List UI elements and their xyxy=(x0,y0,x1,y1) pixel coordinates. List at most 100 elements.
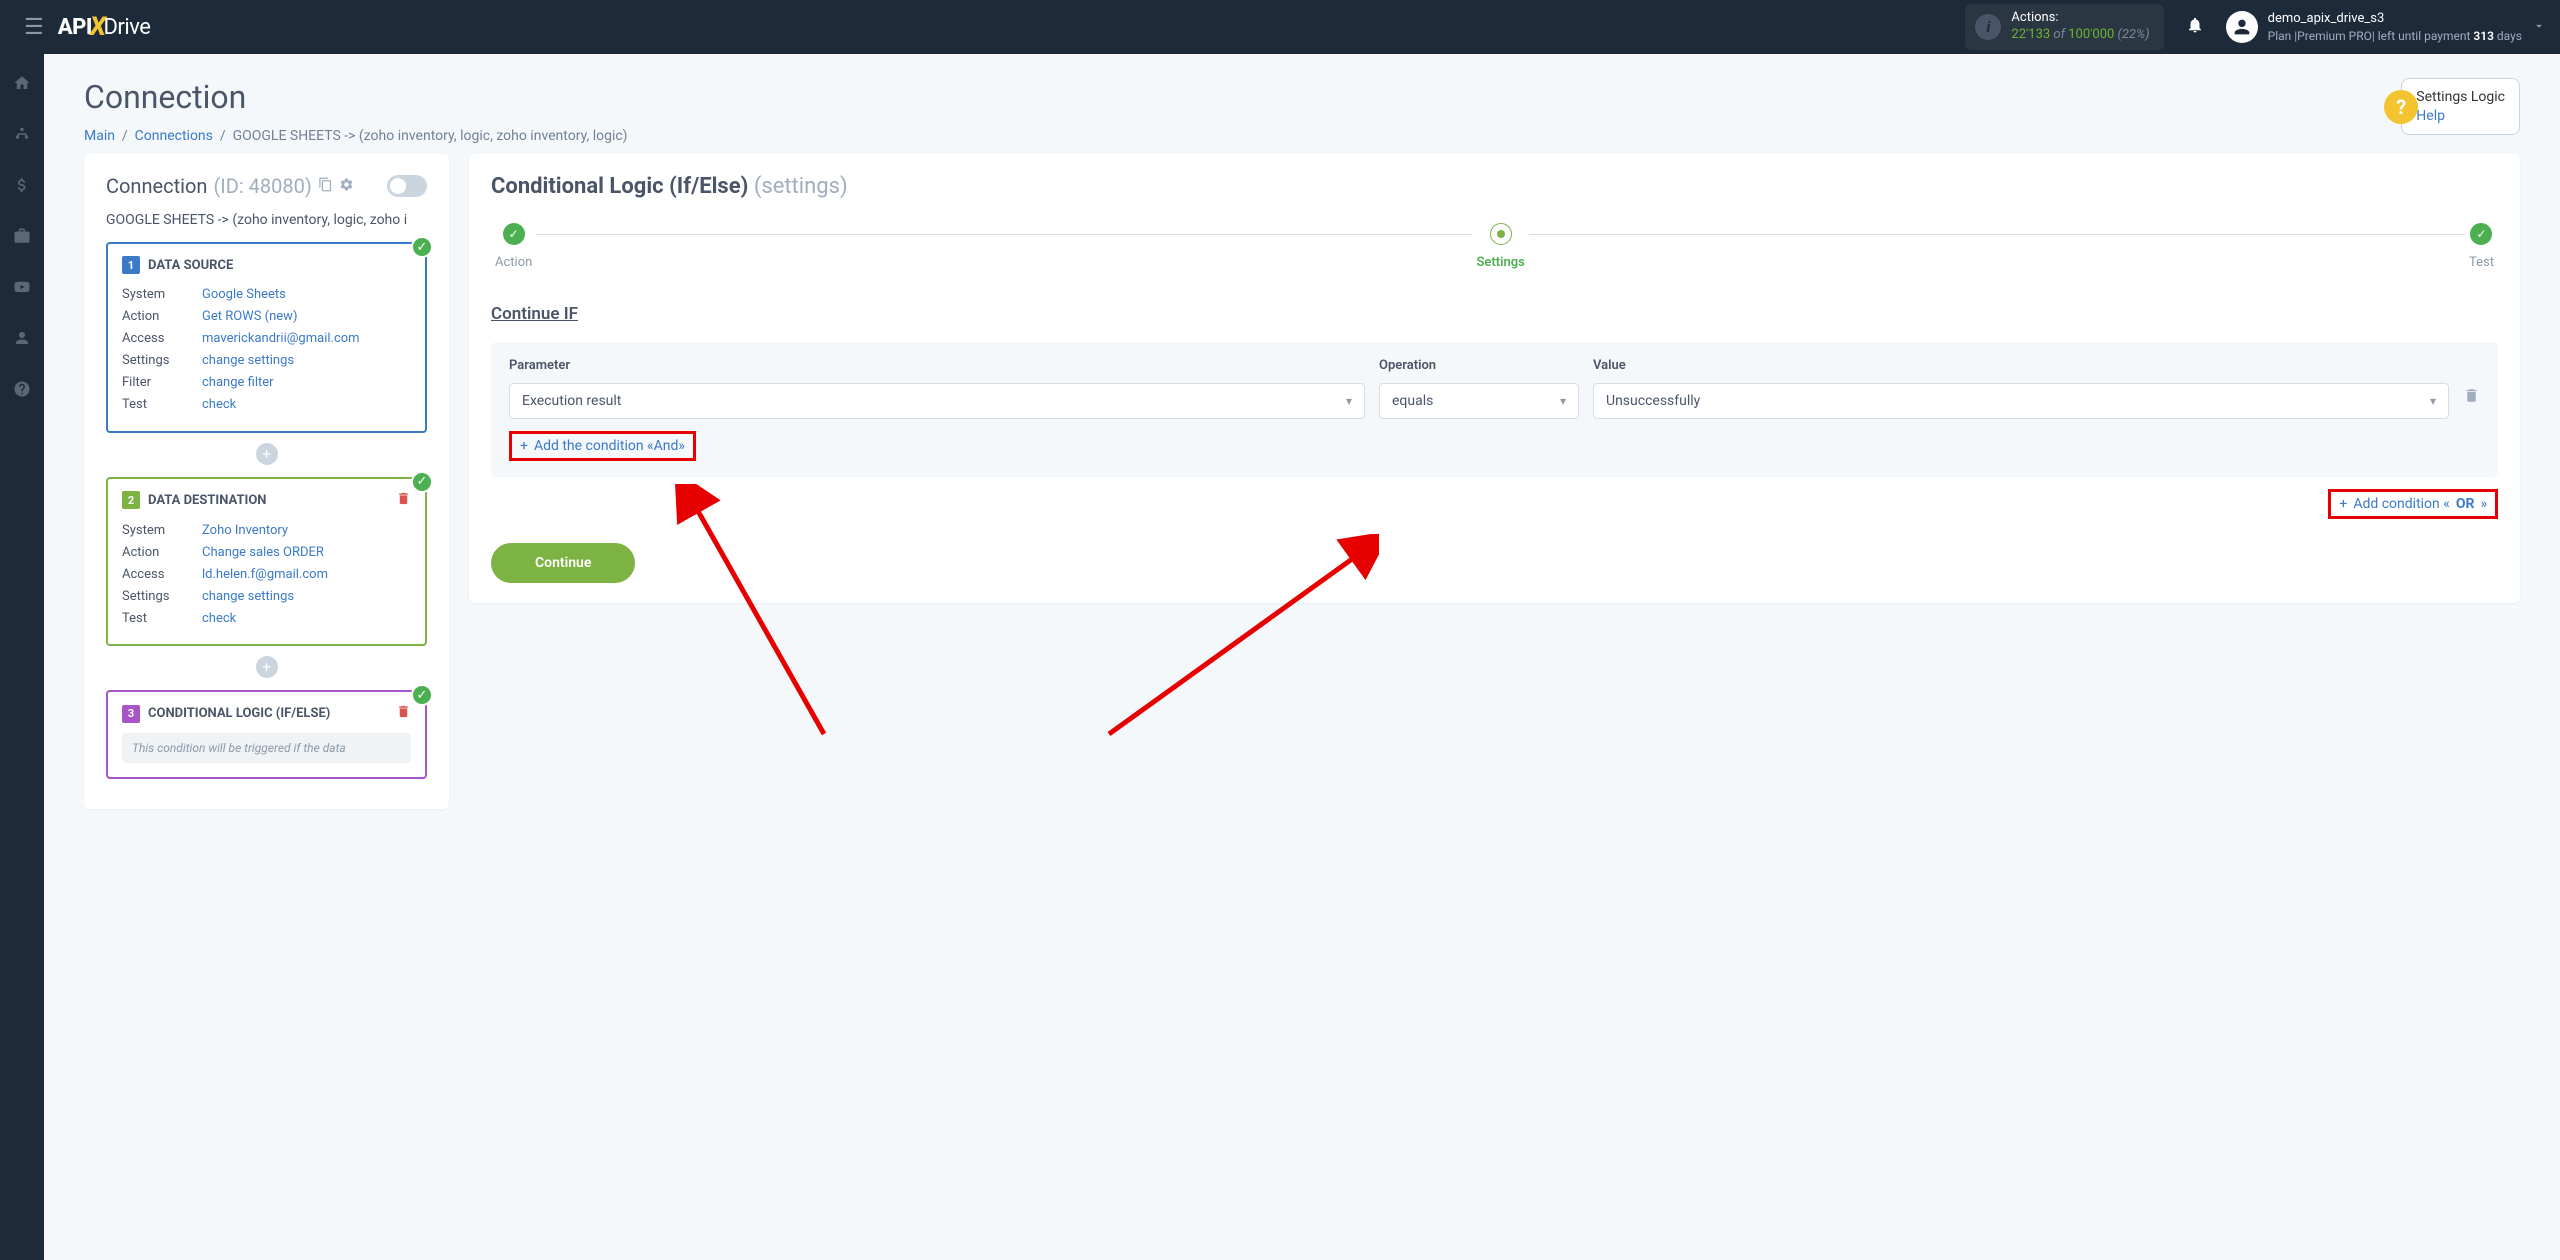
add-or-condition-button[interactable]: + Add condition «OR» xyxy=(2328,489,2498,519)
logo-drive: Drive xyxy=(103,15,150,40)
annotation-arrow-right xyxy=(1099,534,1379,744)
right-title: Conditional Logic (If/Else) (settings) xyxy=(491,174,2498,199)
trash-icon[interactable] xyxy=(396,704,411,723)
bell-icon[interactable] xyxy=(2186,16,2204,39)
step-num-3: 3 xyxy=(122,705,140,723)
step-value-link[interactable]: Zoho Inventory xyxy=(202,520,288,542)
trash-icon[interactable] xyxy=(396,491,411,510)
operation-select[interactable]: equals ▾ xyxy=(1379,383,1579,419)
step-action[interactable]: ✓ Action xyxy=(491,223,536,270)
user-info: demo_apix_drive_s3 Plan |Premium PRO| le… xyxy=(2268,10,2522,45)
step-label: Action xyxy=(122,306,202,328)
step-row: SystemGoogle Sheets xyxy=(122,284,411,306)
condition-box: Parameter Execution result ▾ Operation e… xyxy=(491,342,2498,477)
step-test[interactable]: ✓ Test xyxy=(2465,223,2498,270)
step-row: Settingschange settings xyxy=(122,586,411,608)
value-label: Value xyxy=(1593,358,2449,373)
main: Connection Main / Connections / GOOGLE S… xyxy=(44,54,2560,833)
step-num-1: 1 xyxy=(122,256,140,274)
step-label: Access xyxy=(122,564,202,586)
step-row: Filterchange filter xyxy=(122,372,411,394)
youtube-icon[interactable] xyxy=(13,278,31,301)
help-link[interactable]: Help xyxy=(2416,108,2445,124)
step-settings[interactable]: Settings xyxy=(1472,223,1528,270)
page-title: Connection xyxy=(84,78,628,116)
step-label: Settings xyxy=(122,350,202,372)
step-row: SystemZoho Inventory xyxy=(122,520,411,542)
data-destination-header: 2 DATA DESTINATION xyxy=(122,491,411,510)
continue-if-title: Continue IF xyxy=(491,304,2498,324)
sitemap-icon[interactable] xyxy=(13,125,31,148)
step-value-link[interactable]: Google Sheets xyxy=(202,284,286,306)
left-panel: Connection (ID: 48080) GOOGLE SHEETS -> … xyxy=(84,154,449,809)
briefcase-icon[interactable] xyxy=(13,227,31,250)
step-label: Action xyxy=(122,542,202,564)
add-and-condition-button[interactable]: + Add the condition «And» xyxy=(509,431,696,461)
data-source-header: 1 DATA SOURCE xyxy=(122,256,411,274)
conditional-logic-box[interactable]: ✓ 3 CONDITIONAL LOGIC (IF/ELSE) This con… xyxy=(106,690,427,779)
chevron-down-icon: ▾ xyxy=(2430,394,2436,408)
breadcrumb-main[interactable]: Main xyxy=(84,128,115,144)
step-row: Settingschange settings xyxy=(122,350,411,372)
question-icon[interactable] xyxy=(13,380,31,403)
actions-used: 22'133 xyxy=(2011,27,2050,42)
actions-box[interactable]: i Actions: 22'133 of 100'000 (22%) xyxy=(1965,4,2163,50)
step-num-2: 2 xyxy=(122,491,140,509)
logo-api: API xyxy=(58,15,92,40)
parameter-select[interactable]: Execution result ▾ xyxy=(509,383,1365,419)
step-value-link[interactable]: change settings xyxy=(202,350,294,372)
data-destination-box[interactable]: ✓ 2 DATA DESTINATION SystemZoho Inventor… xyxy=(106,477,427,646)
breadcrumb-connections[interactable]: Connections xyxy=(135,128,213,144)
continue-button[interactable]: Continue xyxy=(491,543,635,583)
connection-path: GOOGLE SHEETS -> (zoho inventory, logic,… xyxy=(106,212,427,228)
step-row: ActionChange sales ORDER xyxy=(122,542,411,564)
home-icon[interactable] xyxy=(13,74,31,97)
delete-condition-icon[interactable] xyxy=(2463,387,2480,419)
right-panel: Conditional Logic (If/Else) (settings) ✓… xyxy=(469,154,2520,603)
chevron-down-icon: ▾ xyxy=(1560,394,1566,408)
check-icon: ✓ xyxy=(503,223,525,245)
step-label: System xyxy=(122,284,202,306)
steps-bar: ✓ Action Settings ✓ Test xyxy=(491,223,2498,270)
data-source-box[interactable]: ✓ 1 DATA SOURCE SystemGoogle SheetsActio… xyxy=(106,242,427,433)
value-select[interactable]: Unsuccessfully ▾ xyxy=(1593,383,2449,419)
parameter-label: Parameter xyxy=(509,358,1365,373)
info-icon: i xyxy=(1975,14,2001,40)
add-step-button[interactable]: + xyxy=(256,443,278,465)
header: ☰ API X Drive i Actions: 22'133 of 100'0… xyxy=(0,0,2560,54)
actions-of: of xyxy=(2050,27,2068,42)
step-value-link[interactable]: change settings xyxy=(202,586,294,608)
step-value-link[interactable]: Get ROWS (new) xyxy=(202,306,297,328)
gear-icon[interactable] xyxy=(339,177,354,196)
step-value-link[interactable]: Change sales ORDER xyxy=(202,542,324,564)
check-icon: ✓ xyxy=(2470,223,2492,245)
step-row: Testcheck xyxy=(122,394,411,416)
actions-label: Actions: xyxy=(2011,10,2149,27)
step-value-link[interactable]: check xyxy=(202,394,236,416)
step-value-link[interactable]: change filter xyxy=(202,372,274,394)
user-plan: Plan |Premium PRO| left until payment 31… xyxy=(2268,28,2522,45)
check-icon: ✓ xyxy=(411,236,433,258)
connection-id: (ID: 48080) xyxy=(213,174,311,198)
hamburger-icon[interactable]: ☰ xyxy=(14,15,54,40)
check-icon: ✓ xyxy=(411,471,433,493)
copy-icon[interactable] xyxy=(318,177,333,196)
chevron-down-icon: ▾ xyxy=(1346,394,1352,408)
step-label: Test xyxy=(122,608,202,630)
add-step-button[interactable]: + xyxy=(256,656,278,678)
step-row: ActionGet ROWS (new) xyxy=(122,306,411,328)
dollar-icon[interactable] xyxy=(13,176,31,199)
step-label: Test xyxy=(122,394,202,416)
connection-toggle[interactable] xyxy=(387,175,427,197)
step-value-link[interactable]: ld.helen.f@gmail.com xyxy=(202,564,328,586)
step-value-link[interactable]: maverickandrii@gmail.com xyxy=(202,328,360,350)
chevron-down-icon[interactable] xyxy=(2532,18,2546,37)
logo[interactable]: API X Drive xyxy=(58,12,151,42)
user-block[interactable]: demo_apix_drive_s3 Plan |Premium PRO| le… xyxy=(2226,10,2522,45)
step-label: System xyxy=(122,520,202,542)
step-row: Accessld.helen.f@gmail.com xyxy=(122,564,411,586)
dot-icon xyxy=(1490,223,1512,245)
user-name: demo_apix_drive_s3 xyxy=(2268,10,2522,28)
user-icon[interactable] xyxy=(13,329,31,352)
step-value-link[interactable]: check xyxy=(202,608,236,630)
